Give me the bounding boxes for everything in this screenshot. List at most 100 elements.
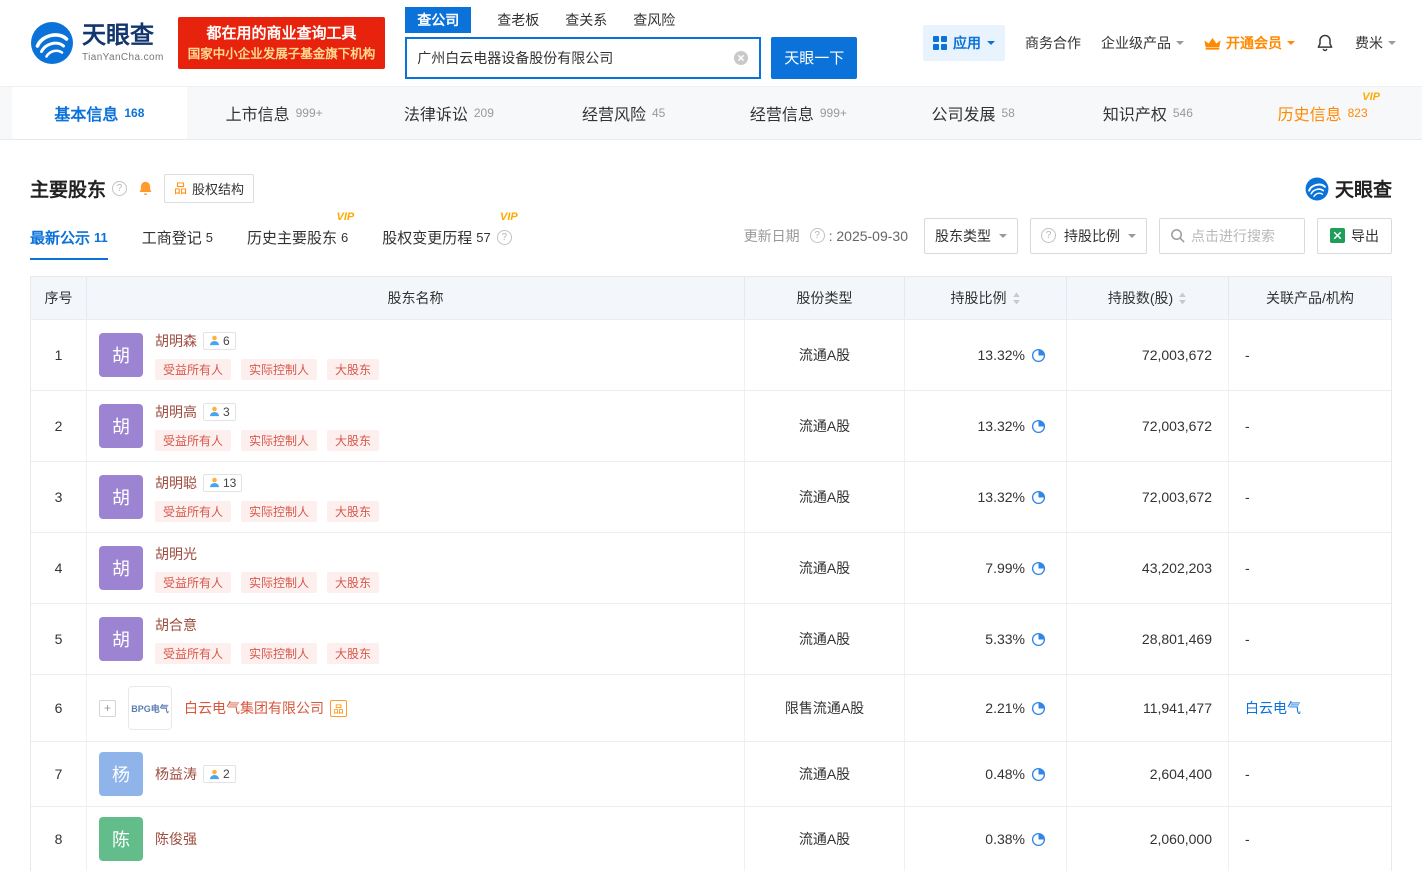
- shareholder-tag[interactable]: 实际控制人: [241, 358, 318, 380]
- shareholder-tag[interactable]: 实际控制人: [241, 571, 318, 593]
- clear-icon[interactable]: [733, 50, 749, 66]
- pie-chart-icon[interactable]: [1031, 419, 1046, 434]
- partner-count-badge[interactable]: 3: [203, 402, 236, 421]
- pie-chart-icon[interactable]: [1031, 832, 1046, 847]
- subtab-count: 11: [94, 230, 108, 245]
- shareholder-tag[interactable]: 大股东: [327, 429, 380, 451]
- shareholder-tag[interactable]: 受益所有人: [155, 429, 232, 451]
- related-placeholder: -: [1245, 766, 1250, 782]
- column-header[interactable]: 持股数(股): [1067, 277, 1229, 319]
- shareholder-tag[interactable]: 受益所有人: [155, 571, 232, 593]
- shares-count: 43,202,203: [1067, 533, 1229, 603]
- nav-tab-历史信息[interactable]: 历史信息 823 VIP: [1235, 87, 1410, 139]
- avatar: 胡: [99, 333, 143, 377]
- subtab-count: 57: [476, 230, 491, 245]
- shareholder-tag[interactable]: 大股东: [327, 642, 380, 664]
- open-vip-button[interactable]: 开通会员: [1204, 33, 1295, 53]
- shareholder-tag[interactable]: 受益所有人: [155, 500, 232, 522]
- nav-tab-法律诉讼[interactable]: 法律诉讼 209: [362, 87, 537, 139]
- business-cooperation-link[interactable]: 商务合作: [1025, 33, 1081, 53]
- shareholder-name-link[interactable]: 白云电气集团有限公司: [184, 698, 324, 718]
- partner-count-badge[interactable]: 6: [203, 331, 236, 350]
- sort-icon[interactable]: [1178, 292, 1187, 305]
- sort-icon[interactable]: [1012, 292, 1021, 305]
- shareholder-name-link[interactable]: 胡明光: [155, 544, 197, 564]
- shareholder-tag[interactable]: 受益所有人: [155, 358, 232, 380]
- pie-chart-icon[interactable]: [1031, 767, 1046, 782]
- pie-chart-icon[interactable]: [1031, 348, 1046, 363]
- search-input[interactable]: [417, 49, 726, 66]
- subtab-工商登记[interactable]: 工商登记 5: [142, 211, 213, 260]
- partner-count-badge[interactable]: 13: [203, 473, 243, 492]
- apps-button[interactable]: 应用: [923, 25, 1005, 61]
- pie-chart-icon[interactable]: [1031, 490, 1046, 505]
- shareholder-tags: 受益所有人 实际控制人 大股东: [155, 358, 380, 380]
- avatar: 杨: [99, 752, 143, 796]
- apps-grid-icon: [933, 36, 947, 50]
- subtab-股权变更历程[interactable]: 股权变更历程 57 VIP?: [382, 211, 517, 260]
- equity-structure-icon[interactable]: 品: [330, 699, 347, 717]
- monitor-bell-icon[interactable]: [137, 180, 154, 197]
- export-button[interactable]: 导出: [1317, 217, 1392, 254]
- table-row: 2 胡胡明高 3 受益所有人 实际控制人 大股东 流通A股 13.32% 72,003,672-: [31, 390, 1391, 461]
- nav-tab-知识产权[interactable]: 知识产权 546: [1061, 87, 1236, 139]
- nav-tab-label: 法律诉讼: [403, 107, 468, 124]
- subtab-历史主要股东[interactable]: 历史主要股东 6 VIP: [247, 211, 354, 260]
- nav-tab-公司发展[interactable]: 公司发展 58: [886, 87, 1061, 139]
- pie-chart-icon[interactable]: [1031, 701, 1046, 716]
- nav-tab-上市信息[interactable]: 上市信息 999+: [187, 87, 362, 139]
- partner-count-badge[interactable]: 2: [203, 765, 236, 783]
- enterprise-products-menu[interactable]: 企业级产品: [1101, 33, 1184, 53]
- shareholder-tag[interactable]: 受益所有人: [155, 642, 232, 664]
- related-product-link[interactable]: 白云电气: [1245, 698, 1301, 718]
- help-icon[interactable]: ?: [809, 228, 825, 243]
- table-search-input[interactable]: 点击进行搜索: [1159, 217, 1305, 254]
- expand-button[interactable]: +: [99, 699, 116, 717]
- nav-tab-经营信息[interactable]: 经营信息 999+: [711, 87, 886, 139]
- help-icon[interactable]: ?: [112, 181, 128, 196]
- shareholder-tag[interactable]: 大股东: [327, 358, 380, 380]
- name-block: 陈俊强: [155, 829, 197, 849]
- export-label: 导出: [1351, 227, 1379, 244]
- search-tab[interactable]: 查公司: [405, 6, 472, 33]
- search-button[interactable]: 天眼一下: [771, 36, 858, 79]
- shareholder-tags: 受益所有人 实际控制人 大股东: [155, 500, 380, 522]
- nav-tab-经营风险[interactable]: 经营风险 45: [536, 87, 711, 139]
- search-tab[interactable]: 查风险: [633, 10, 675, 30]
- related-placeholder: -: [1245, 560, 1250, 576]
- column-header[interactable]: 持股比例: [905, 277, 1067, 319]
- shareholder-name-link[interactable]: 胡明高: [155, 402, 197, 422]
- shareholder-name-link[interactable]: 杨益涛: [155, 764, 197, 784]
- user-menu[interactable]: 费米: [1355, 33, 1396, 53]
- shareholder-tag[interactable]: 大股东: [327, 571, 380, 593]
- shareholder-name-link[interactable]: 胡合意: [155, 615, 197, 635]
- shareholder-tag[interactable]: 实际控制人: [241, 429, 318, 451]
- search-tab[interactable]: 查关系: [565, 10, 607, 30]
- shareholder-tag[interactable]: 实际控制人: [241, 642, 318, 664]
- shareholder-tag[interactable]: 实际控制人: [241, 500, 318, 522]
- shareholder-tag[interactable]: 大股东: [327, 500, 380, 522]
- subtab-label: 最新公示: [30, 230, 91, 247]
- vip-badge: VIP: [336, 211, 355, 223]
- shareholder-name-link[interactable]: 胡明森: [155, 331, 197, 351]
- holding-ratio-label: 持股比例: [1064, 227, 1120, 244]
- shareholder-name-link[interactable]: 陈俊强: [155, 829, 197, 849]
- shareholder-type-dropdown[interactable]: 股东类型: [924, 217, 1018, 254]
- nav-tab-count: 58: [1001, 106, 1015, 120]
- holding-ratio: 0.48%: [905, 742, 1067, 806]
- share-type: 流通A股: [745, 742, 905, 806]
- pie-chart-icon[interactable]: [1031, 632, 1046, 647]
- pie-chart-icon[interactable]: [1031, 561, 1046, 576]
- nav-tab-label: 公司发展: [931, 107, 996, 124]
- equity-structure-button[interactable]: 品 股权结构: [164, 174, 255, 203]
- shares-count: 11,941,477: [1067, 675, 1229, 741]
- search-tab[interactable]: 查老板: [497, 10, 539, 30]
- shareholder-cell: 胡胡明光 受益所有人 实际控制人 大股东: [87, 533, 745, 603]
- nav-tab-基本信息[interactable]: 基本信息 168: [12, 87, 187, 139]
- holding-ratio-dropdown[interactable]: ? 持股比例: [1030, 217, 1147, 254]
- help-icon[interactable]: ?: [496, 230, 512, 245]
- notifications-bell-icon[interactable]: [1315, 33, 1335, 53]
- shareholder-name-link[interactable]: 胡明聪: [155, 473, 197, 493]
- tianyancha-logo[interactable]: 天眼查 TianYanCha.com: [30, 21, 164, 65]
- subtab-最新公示[interactable]: 最新公示 11: [30, 211, 108, 260]
